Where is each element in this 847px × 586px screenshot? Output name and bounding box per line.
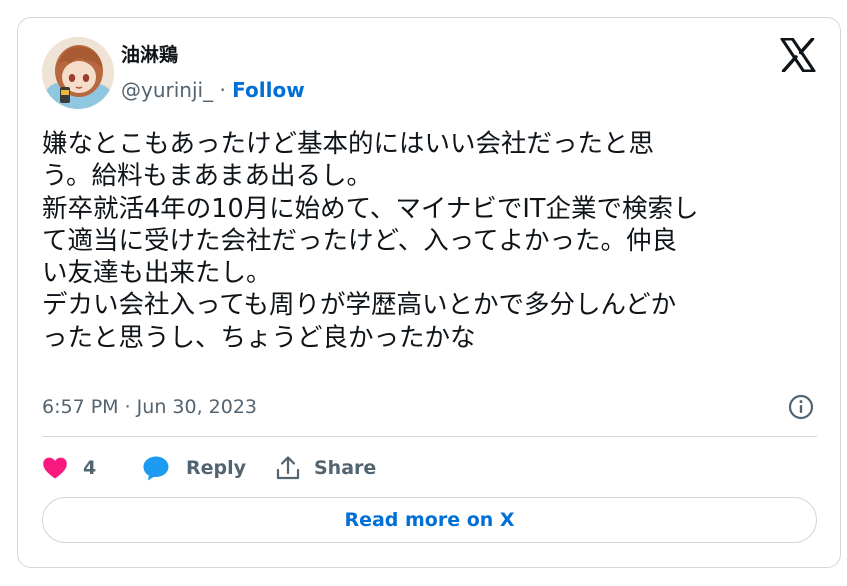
tweet-text-line: ったと思うし、ちょうど良かったかな xyxy=(42,322,476,353)
x-logo-icon[interactable] xyxy=(780,37,816,73)
tweet-card: 油淋鶏 @yurinji_ · Follow 嫌なとこもあったけど基本的にはいい… xyxy=(17,17,841,568)
reply-label: Reply xyxy=(186,457,247,479)
like-count: 4 xyxy=(83,457,97,479)
like-button[interactable]: 4 xyxy=(42,456,142,480)
tweet-text-line: い友達も出来たし。 xyxy=(42,258,272,289)
tweet-text-line: う。給料もまあまあ出るし。 xyxy=(42,161,372,192)
tweet-timestamp[interactable]: 6:57 PM · Jun 30, 2023 xyxy=(42,394,257,420)
author-handle-row: @yurinji_ · Follow xyxy=(121,77,305,103)
handle-separator: · xyxy=(213,78,233,102)
share-button[interactable]: Share xyxy=(275,455,376,481)
heart-icon xyxy=(42,456,68,480)
author-display-name[interactable]: 油淋鶏 xyxy=(121,42,178,68)
author-handle[interactable]: @yurinji_ xyxy=(121,78,213,102)
tweet-text-line: 嫌なとこもあったけど基本的にはいい会社だったと思 xyxy=(42,129,655,159)
share-upload-icon xyxy=(275,455,301,481)
avatar[interactable] xyxy=(42,37,114,109)
reply-button[interactable]: Reply xyxy=(142,455,275,481)
info-icon[interactable] xyxy=(787,393,815,421)
divider xyxy=(42,436,817,437)
tweet-text-line: デカい会社入っても周りが学歴高いとかで多分しんどか xyxy=(42,290,677,321)
tweet-text-line: て適当に受けた会社だったけど、入ってよかった。仲良 xyxy=(42,225,677,256)
avatar-illustration xyxy=(42,37,114,109)
follow-button[interactable]: Follow xyxy=(232,78,305,102)
speech-bubble-icon xyxy=(142,455,170,481)
tweet-text: 嫌なとこもあったけど基本的にはいい会社だったと思 う。給料もまあまあ出るし。 新… xyxy=(42,128,817,354)
share-label: Share xyxy=(314,457,377,479)
tweet-text-line: 新卒就活4年の10月に始めて、マイナビでIT企業で検索し xyxy=(42,193,699,224)
action-bar: 4 Reply Share xyxy=(42,450,376,486)
read-more-button[interactable]: Read more on X xyxy=(42,497,817,543)
